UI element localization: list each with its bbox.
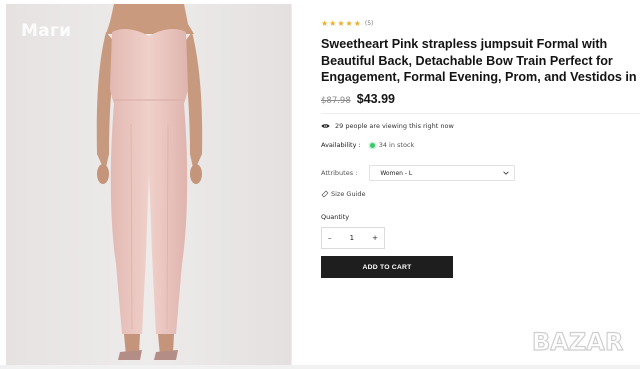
viewers-notice: 29 people are viewing this right now [321,122,454,130]
model-figure [6,4,291,365]
review-count[interactable]: (5) [365,20,374,27]
product-title-line: Sweetheart Pink strapless jumpsuit Forma… [321,37,608,51]
viewers-text: 29 people are viewing this right now [335,122,454,130]
ruler-icon [321,190,329,198]
star-icon: ★ [345,19,353,28]
chevron-down-icon [503,171,510,175]
eye-icon [321,124,330,128]
star-icon: ★ [337,19,345,28]
old-price: $87.98 [321,96,351,106]
quantity-increment-button[interactable]: + [372,234,378,242]
rating[interactable]: ★ ★ ★ ★ ★ (5) [321,19,373,28]
product-title: Sweetheart Pink strapless jumpsuit Forma… [321,36,640,86]
availability: Availability : 34 in stock [321,141,414,149]
star-icon: ★ [353,19,361,28]
panel-divider [291,4,292,365]
price-block: $87.98 $43.99 [321,92,395,106]
stock-count: 34 in stock [378,141,415,149]
add-to-cart-button[interactable]: ADD TO CART [321,256,453,278]
attributes-row: Attributes : Women - L [321,165,516,181]
availability-label: Availability : [321,141,361,149]
attributes-select[interactable]: Women - L [369,165,516,181]
bazar-logo-text: BAZAR [532,328,623,356]
product-info: ★ ★ ★ ★ ★ (5) Sweetheart Pink strapless … [321,0,640,369]
quantity-decrement-button[interactable]: – [328,234,332,242]
product-title-line: Engagement, Formal Evening, Prom, and Ve… [321,70,637,84]
bazar-logo: BAZAR [531,327,624,356]
attributes-selected: Women - L [380,169,413,177]
sale-price: $43.99 [356,92,395,106]
quantity-label: Quantity [321,213,350,221]
quantity-stepper: – 1 + [321,227,385,249]
attributes-label: Attributes : [321,169,358,177]
product-title-line: Beautiful Back, Detachable Bow Train Per… [321,53,613,68]
in-stock-dot-icon [369,142,375,148]
star-icon: ★ [329,19,337,28]
product-photo: Маги [6,4,291,365]
star-icon: ★ [321,19,329,28]
size-guide-link[interactable]: Size Guide [321,190,366,198]
watermark-text: Маги [21,21,72,41]
size-guide-label: Size Guide [331,190,366,198]
divider [321,113,640,114]
bottom-edge [0,365,640,369]
quantity-value[interactable]: 1 [350,234,354,242]
